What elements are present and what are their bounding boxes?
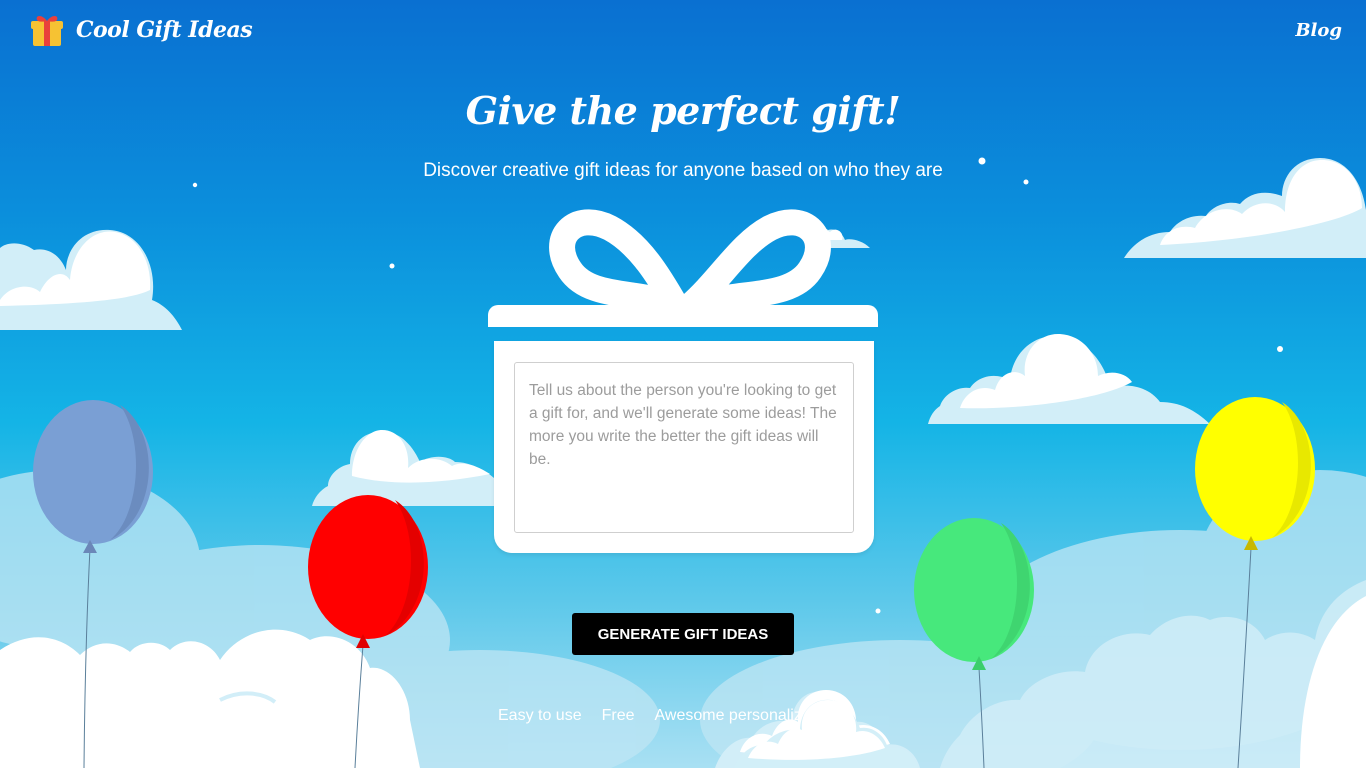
blog-link[interactable]: Blog: [1295, 20, 1342, 41]
feature-item-personalized: Awesome personalized: [654, 707, 820, 724]
gift-icon: [31, 16, 63, 46]
person-description-input[interactable]: [514, 362, 854, 533]
generate-gift-ideas-button[interactable]: GENERATE GIFT IDEAS: [572, 613, 794, 655]
cloud-mid-left: [312, 430, 494, 506]
gift-bow: [549, 209, 831, 319]
cloud-mid-right: [928, 334, 1210, 424]
logo-link[interactable]: Cool Gift Ideas: [30, 12, 253, 48]
feature-item-easy: Easy to use: [498, 707, 582, 724]
page: Cool Gift Ideas Blog Give the perfect gi…: [0, 0, 1366, 768]
cloud-top-left: [0, 229, 182, 330]
features-list: Easy to use Free Awesome personalized: [498, 707, 820, 725]
gift-box-lid: [488, 305, 878, 327]
page-subtitle: Discover creative gift ideas for anyone …: [423, 160, 943, 181]
cloud-bottom-left: [0, 629, 420, 768]
page-title: Give the perfect gift!: [465, 88, 901, 133]
site-title: Cool Gift Ideas: [76, 17, 253, 43]
feature-item-free: Free: [601, 707, 635, 724]
